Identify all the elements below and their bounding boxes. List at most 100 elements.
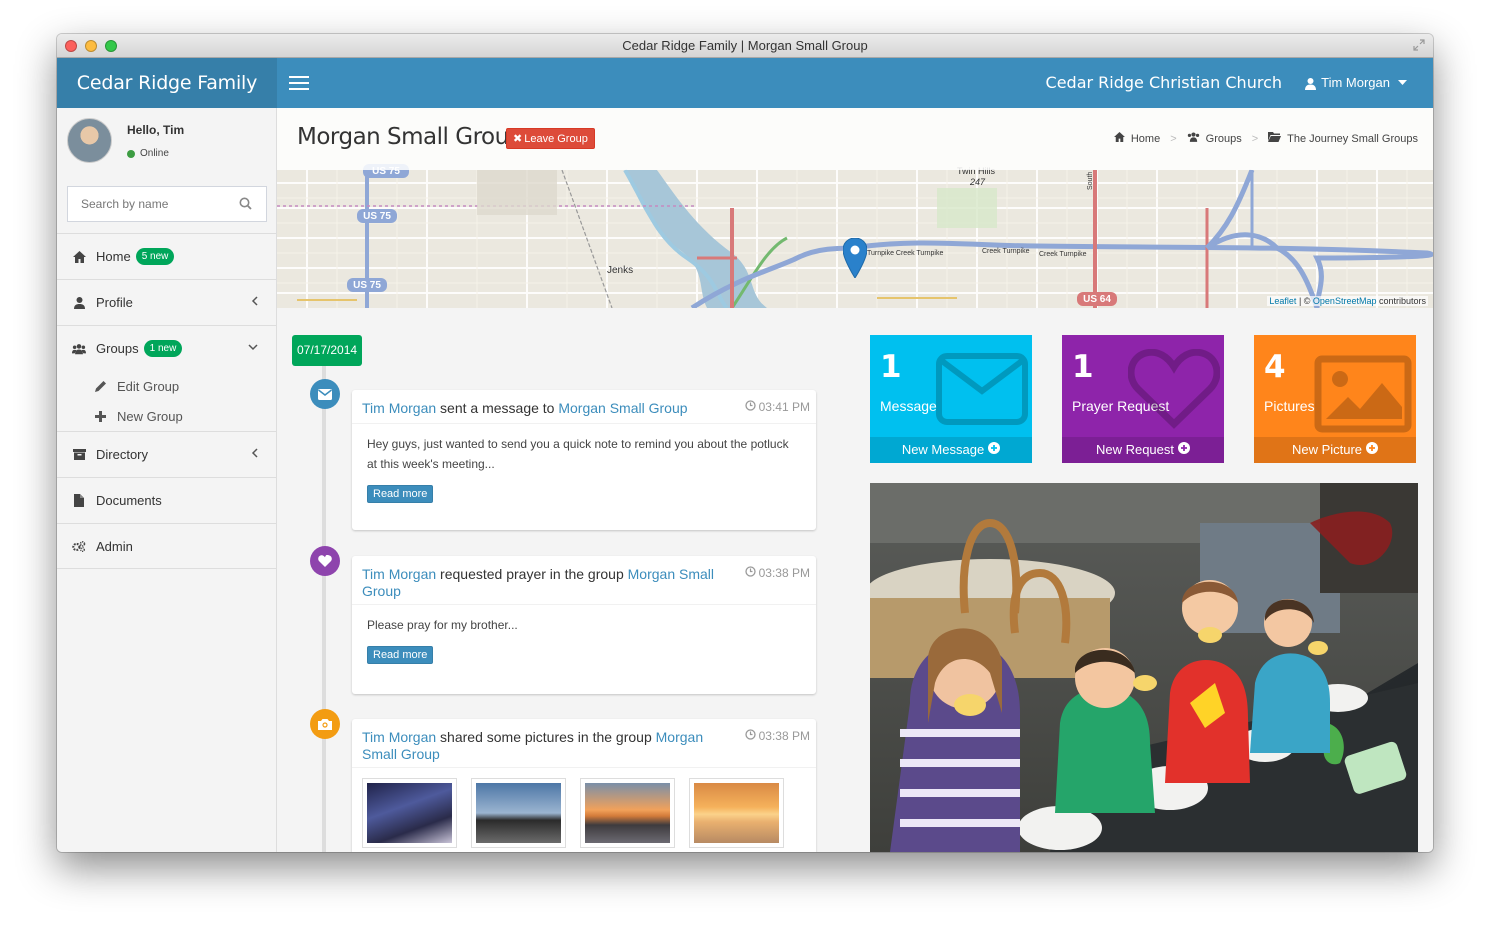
picture-thumbnail[interactable]	[689, 778, 784, 848]
sidebar: Hello, Tim Online Home 5 new Profile Gro…	[57, 108, 277, 852]
envelope-icon	[936, 353, 1028, 430]
fullscreen-icon[interactable]	[1413, 39, 1425, 51]
timeline-item-footer: Read more	[352, 484, 816, 518]
author-link[interactable]: Tim Morgan	[362, 729, 436, 745]
heart-icon	[1127, 348, 1221, 434]
map-marker-icon[interactable]	[842, 237, 868, 283]
breadcrumb: Home > Groups > The Journey Small Groups	[1113, 132, 1418, 145]
stat-label: Message	[880, 398, 937, 414]
picture-thumbnails	[352, 768, 816, 848]
prayer-request-stat-box: 1 Prayer Request New Request	[1062, 335, 1224, 463]
new-message-label: New Message	[901, 442, 985, 457]
zoom-window-button[interactable]	[105, 40, 117, 52]
breadcrumb-home[interactable]: Home	[1131, 133, 1160, 145]
window-controls	[65, 40, 117, 52]
clock-icon	[744, 729, 756, 743]
new-message-button[interactable]: New Message	[870, 437, 1032, 463]
sidebar-item-label: Admin	[96, 538, 133, 554]
stat-value: 1	[880, 349, 902, 385]
group-photo[interactable]	[870, 483, 1418, 852]
timeline-item-body: Hey guys, just wanted to send you a quic…	[367, 437, 789, 471]
group-link[interactable]: Morgan Small Group	[558, 400, 687, 416]
leaflet-link[interactable]: Leaflet	[1269, 296, 1296, 306]
sidebar-item-label: New Group	[117, 408, 183, 424]
leave-group-button[interactable]: ✖ Leave Group	[506, 128, 595, 149]
window-title: Cedar Ridge Family | Morgan Small Group	[622, 38, 868, 53]
status-dot-icon	[127, 149, 135, 158]
timeline-date-label: 07/17/2014	[292, 335, 363, 366]
sidebar-search	[67, 186, 267, 222]
greeting: Hello, Tim	[127, 123, 185, 137]
breadcrumb-groups[interactable]: Groups	[1206, 133, 1242, 145]
map-label-247: 247	[969, 177, 986, 187]
map-attribution: Leaflet | © OpenStreetMap contributors	[1267, 296, 1428, 306]
user-menu-dropdown[interactable]: Tim Morgan	[1304, 58, 1407, 108]
map-label-turnpike-1: Turnpike Creek Turnpike	[867, 250, 943, 257]
brand-logo[interactable]: Cedar Ridge Family	[57, 58, 277, 108]
cogs-icon	[72, 539, 86, 553]
status-badge: 1 new	[143, 340, 183, 357]
map-label-turnpike-2: Creek Turnpike	[982, 248, 1030, 255]
users-icon	[1187, 132, 1200, 145]
picture-thumbnail[interactable]	[580, 778, 675, 848]
online-status: Online	[127, 148, 169, 159]
author-link[interactable]: Tim Morgan	[362, 400, 436, 416]
author-link[interactable]: Tim Morgan	[362, 566, 436, 582]
map-label-us64: US 64	[1083, 294, 1111, 305]
user-name: Tim Morgan	[1321, 75, 1390, 90]
sidebar-item-home[interactable]: Home 5 new	[57, 233, 276, 279]
sidebar-item-label: Home	[96, 249, 131, 264]
read-more-button[interactable]: Read more	[367, 485, 434, 503]
attribution-suffix: contributors	[1376, 296, 1426, 306]
sidebar-item-edit-group[interactable]: Edit Group	[57, 371, 276, 401]
picture-thumbnail[interactable]	[362, 778, 457, 848]
user-icon	[72, 296, 86, 310]
leave-group-label: Leave Group	[524, 133, 588, 145]
pictures-stat-box: 4 Pictures New Picture	[1254, 335, 1416, 463]
picture-thumbnail[interactable]	[471, 778, 566, 848]
sidebar-item-new-group[interactable]: New Group	[57, 401, 276, 431]
clock-icon	[744, 566, 756, 580]
new-picture-label: New Picture	[1291, 442, 1363, 457]
archive-icon	[72, 448, 86, 462]
timestamp: 03:41 PM	[744, 400, 810, 414]
caret-down-icon	[1398, 80, 1407, 85]
close-window-button[interactable]	[65, 40, 77, 52]
browser-window: Cedar Ridge Family | Morgan Small Group …	[57, 34, 1433, 852]
stat-label: Pictures	[1264, 398, 1315, 414]
new-request-button[interactable]: New Request	[1062, 437, 1224, 463]
timeline-action-text: requested prayer in the group	[436, 566, 628, 582]
envelope-icon	[310, 379, 340, 409]
openstreetmap-link[interactable]: OpenStreetMap	[1313, 296, 1377, 306]
user-panel: Hello, Tim Online	[57, 108, 276, 184]
avatar[interactable]	[67, 118, 112, 163]
map-label-south: South	[1087, 172, 1094, 190]
new-picture-button[interactable]: New Picture	[1254, 437, 1416, 463]
search-icon[interactable]	[239, 197, 252, 215]
timeline-item-header: Tim Morgan sent a message to Morgan Smal…	[352, 390, 816, 424]
read-more-button[interactable]: Read more	[367, 646, 434, 664]
sidebar-item-groups[interactable]: Groups 1 new	[57, 325, 276, 371]
sidebar-item-documents[interactable]: Documents	[57, 477, 276, 523]
plus-circle-icon	[988, 437, 1001, 463]
status-label: Online	[140, 148, 169, 159]
breadcrumb-separator: >	[1170, 132, 1177, 145]
church-name-link[interactable]: Cedar Ridge Christian Church	[1046, 58, 1282, 108]
timeline-item-message: Tim Morgan sent a message to Morgan Smal…	[352, 390, 816, 530]
camera-icon	[310, 709, 340, 739]
sidebar-item-label: Directory	[96, 447, 149, 462]
sidebar-item-admin[interactable]: Admin	[57, 523, 276, 569]
top-navbar: Cedar Ridge Family Cedar Ridge Christian…	[57, 58, 1433, 108]
group-location-map[interactable]: US 75 US 75 US 75 Jenks Twin Hills 247 U…	[277, 108, 1433, 308]
status-badge: 5 new	[135, 248, 175, 265]
groups-submenu: Edit Group New Group	[57, 371, 276, 431]
search-input[interactable]	[68, 187, 228, 221]
timestamp-text: 03:38 PM	[758, 566, 810, 580]
file-icon	[72, 494, 86, 508]
sidebar-toggle-icon[interactable]	[289, 76, 309, 90]
minimize-window-button[interactable]	[85, 40, 97, 52]
sidebar-item-profile[interactable]: Profile	[57, 279, 276, 325]
plus-icon	[95, 410, 107, 422]
timestamp-text: 03:38 PM	[758, 729, 810, 743]
sidebar-item-directory[interactable]: Directory	[57, 431, 276, 477]
